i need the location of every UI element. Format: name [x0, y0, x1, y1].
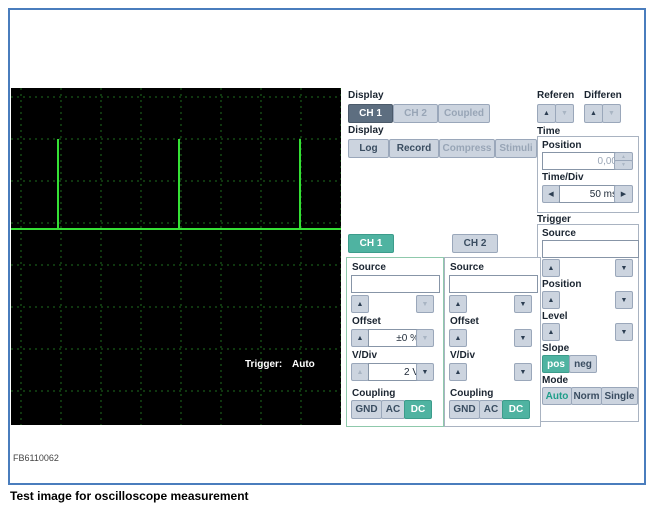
ch1-vdiv-label: V/Div — [352, 350, 377, 361]
ch1-source-up-button[interactable]: ▲ — [351, 295, 369, 313]
ch1-vdiv-down-button[interactable]: ▼ — [416, 363, 434, 381]
ch2-vdiv-down-button[interactable]: ▼ — [514, 363, 532, 381]
trigger-mode-label: Mode — [542, 375, 568, 386]
display-record-button[interactable]: Record — [389, 139, 439, 158]
ch1-coupling-dc-button[interactable]: DC — [404, 400, 432, 419]
ch2-vdiv-up-button[interactable]: ▲ — [449, 363, 467, 381]
ch2-tab[interactable]: CH 2 — [452, 234, 498, 253]
trigger-slope-label: Slope — [542, 343, 569, 354]
ch1-vdiv-up-button: ▲ — [351, 363, 369, 381]
display-log-button[interactable]: Log — [348, 139, 389, 158]
time-position-label: Position — [542, 140, 581, 151]
trigger-position-down-button[interactable]: ▼ — [615, 291, 633, 309]
ch2-offset-down-button[interactable]: ▼ — [514, 329, 532, 347]
trigger-level-up-button[interactable]: ▲ — [542, 323, 560, 341]
display-stimuli-button: Stimuli — [495, 139, 537, 158]
ch2-vdiv-label: V/Div — [450, 350, 475, 361]
time-position-field: 0,00 — [542, 152, 621, 170]
ch1-coupling-gnd-button[interactable]: GND — [351, 400, 382, 419]
ch1-offset-label: Offset — [352, 316, 381, 327]
trigger-level-label: Level — [542, 311, 568, 322]
ch1-offset-up-button[interactable]: ▲ — [351, 329, 369, 347]
display-compress-button: Compress — [439, 139, 495, 158]
display-coupled-button: Coupled — [438, 104, 490, 123]
ch1-source-input[interactable] — [351, 275, 440, 293]
ch1-coupling-label: Coupling — [352, 388, 395, 399]
trigger-source-label: Source — [542, 228, 576, 239]
caption: Test image for oscilloscope measurement — [10, 489, 249, 503]
trigger-source-up-button[interactable]: ▲ — [542, 259, 560, 277]
ch2-coupling-dc-button[interactable]: DC — [502, 400, 530, 419]
difference-up-button[interactable]: ▲ — [584, 104, 603, 123]
trigger-source-down-button[interactable]: ▼ — [615, 259, 633, 277]
ch1-vdiv-field[interactable]: 2 V — [368, 363, 423, 381]
ch2-offset-label: Offset — [450, 316, 479, 327]
oscilloscope-screen: Trigger: Auto — [11, 88, 341, 425]
reference-down-button: ▼ — [555, 104, 574, 123]
time-div-decrement-button[interactable]: ◀ — [542, 185, 560, 203]
reference-label: Referen — [537, 90, 574, 101]
trigger-mode-single-button[interactable]: Single — [601, 387, 638, 405]
ch2-source-label: Source — [450, 262, 484, 273]
difference-label: Differen — [584, 90, 622, 101]
trigger-slope-neg-button[interactable]: neg — [569, 355, 597, 373]
difference-down-button: ▼ — [602, 104, 621, 123]
ch2-coupling-label: Coupling — [450, 388, 493, 399]
ch2-source-down-button[interactable]: ▼ — [514, 295, 532, 313]
trigger-position-label: Position — [542, 279, 581, 290]
trigger-level-down-button[interactable]: ▼ — [615, 323, 633, 341]
time-div-field[interactable]: 50 ms — [559, 185, 621, 203]
ch1-coupling-ac-button[interactable]: AC — [381, 400, 405, 419]
display-ch2-button: CH 2 — [393, 104, 438, 123]
ch2-coupling-gnd-button[interactable]: GND — [449, 400, 480, 419]
trigger-mode-auto-button[interactable]: Auto — [542, 387, 572, 405]
trigger-slope-pos-button[interactable]: pos — [542, 355, 570, 373]
scope-trace-svg — [11, 88, 341, 425]
time-position-down-button: ▼ — [614, 160, 633, 170]
ch1-tab[interactable]: CH 1 — [348, 234, 394, 253]
reference-up-button[interactable]: ▲ — [537, 104, 556, 123]
ch1-offset-down-button: ▼ — [416, 329, 434, 347]
trigger-source-input[interactable] — [542, 240, 639, 258]
ch1-offset-field[interactable]: ±0 % — [368, 329, 423, 347]
ch2-coupling-ac-button[interactable]: AC — [479, 400, 503, 419]
display-channels-label: Display — [348, 90, 384, 101]
figure-code: FB6110062 — [13, 453, 59, 463]
ch2-source-input[interactable] — [449, 275, 538, 293]
display-ch1-button[interactable]: CH 1 — [348, 104, 393, 123]
time-div-label: Time/Div — [542, 172, 584, 183]
scope-trigger-status: Auto — [292, 359, 315, 370]
ch2-source-up-button[interactable]: ▲ — [449, 295, 467, 313]
display-modes-label: Display — [348, 125, 384, 136]
trigger-position-up-button[interactable]: ▲ — [542, 291, 560, 309]
trigger-mode-norm-button[interactable]: Norm — [571, 387, 602, 405]
time-div-increment-button[interactable]: ▶ — [614, 185, 633, 203]
ch2-offset-up-button[interactable]: ▲ — [449, 329, 467, 347]
scope-trigger-label: Trigger: — [245, 359, 282, 370]
ch1-source-down-button: ▼ — [416, 295, 434, 313]
ch1-source-label: Source — [352, 262, 386, 273]
